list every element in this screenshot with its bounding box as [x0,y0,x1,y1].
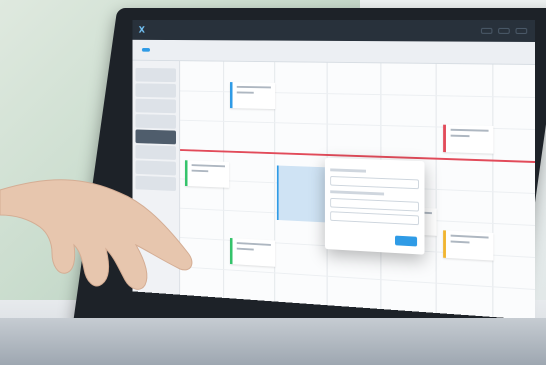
event-text-line [191,169,209,173]
event-text-line [236,242,271,246]
sidebar-item[interactable] [135,175,177,192]
sidebar-item[interactable] [135,67,177,83]
sidebar-item[interactable] [135,144,177,160]
sidebar-item[interactable] [135,98,177,114]
event-text-line [236,247,254,251]
laptop-keyboard-deck [0,318,546,365]
top-button[interactable] [515,27,528,34]
calendar-grid [180,61,535,321]
dialog-input[interactable] [330,176,419,190]
dialog-save-button[interactable] [395,235,418,247]
laptop-screen: X [132,19,536,321]
toolbar-action-button[interactable] [141,48,150,52]
photo-scene: X [0,0,546,365]
calendar-event[interactable] [443,124,494,154]
event-text-line [236,91,254,94]
dialog-input[interactable] [330,197,419,212]
top-bar: X [132,19,536,42]
event-text-line [450,240,470,244]
sidebar-item[interactable] [135,83,177,98]
dialog-input[interactable] [330,211,419,226]
calendar-event[interactable] [443,230,494,261]
grid-row-divider [180,266,535,290]
new-event-dialog [324,157,425,255]
event-text-line [236,85,271,89]
event-text-line [191,164,225,168]
selected-time-slot[interactable] [276,165,327,223]
app-body [132,60,535,321]
dialog-title-line [330,168,366,173]
event-text-line [450,134,470,138]
calendar-event[interactable] [230,237,276,267]
calendar-event[interactable] [230,82,276,110]
top-button[interactable] [480,27,493,34]
calendar-event[interactable] [185,160,230,188]
app-logo-icon[interactable]: X [139,25,145,35]
top-button[interactable] [498,27,510,34]
sidebar-item-active[interactable] [135,129,177,145]
sidebar-item[interactable] [135,160,177,176]
sidebar-item[interactable] [135,114,177,129]
event-text-line [450,234,489,239]
sidebar [132,60,181,296]
dialog-text-line [330,190,385,196]
event-text-line [450,128,489,132]
